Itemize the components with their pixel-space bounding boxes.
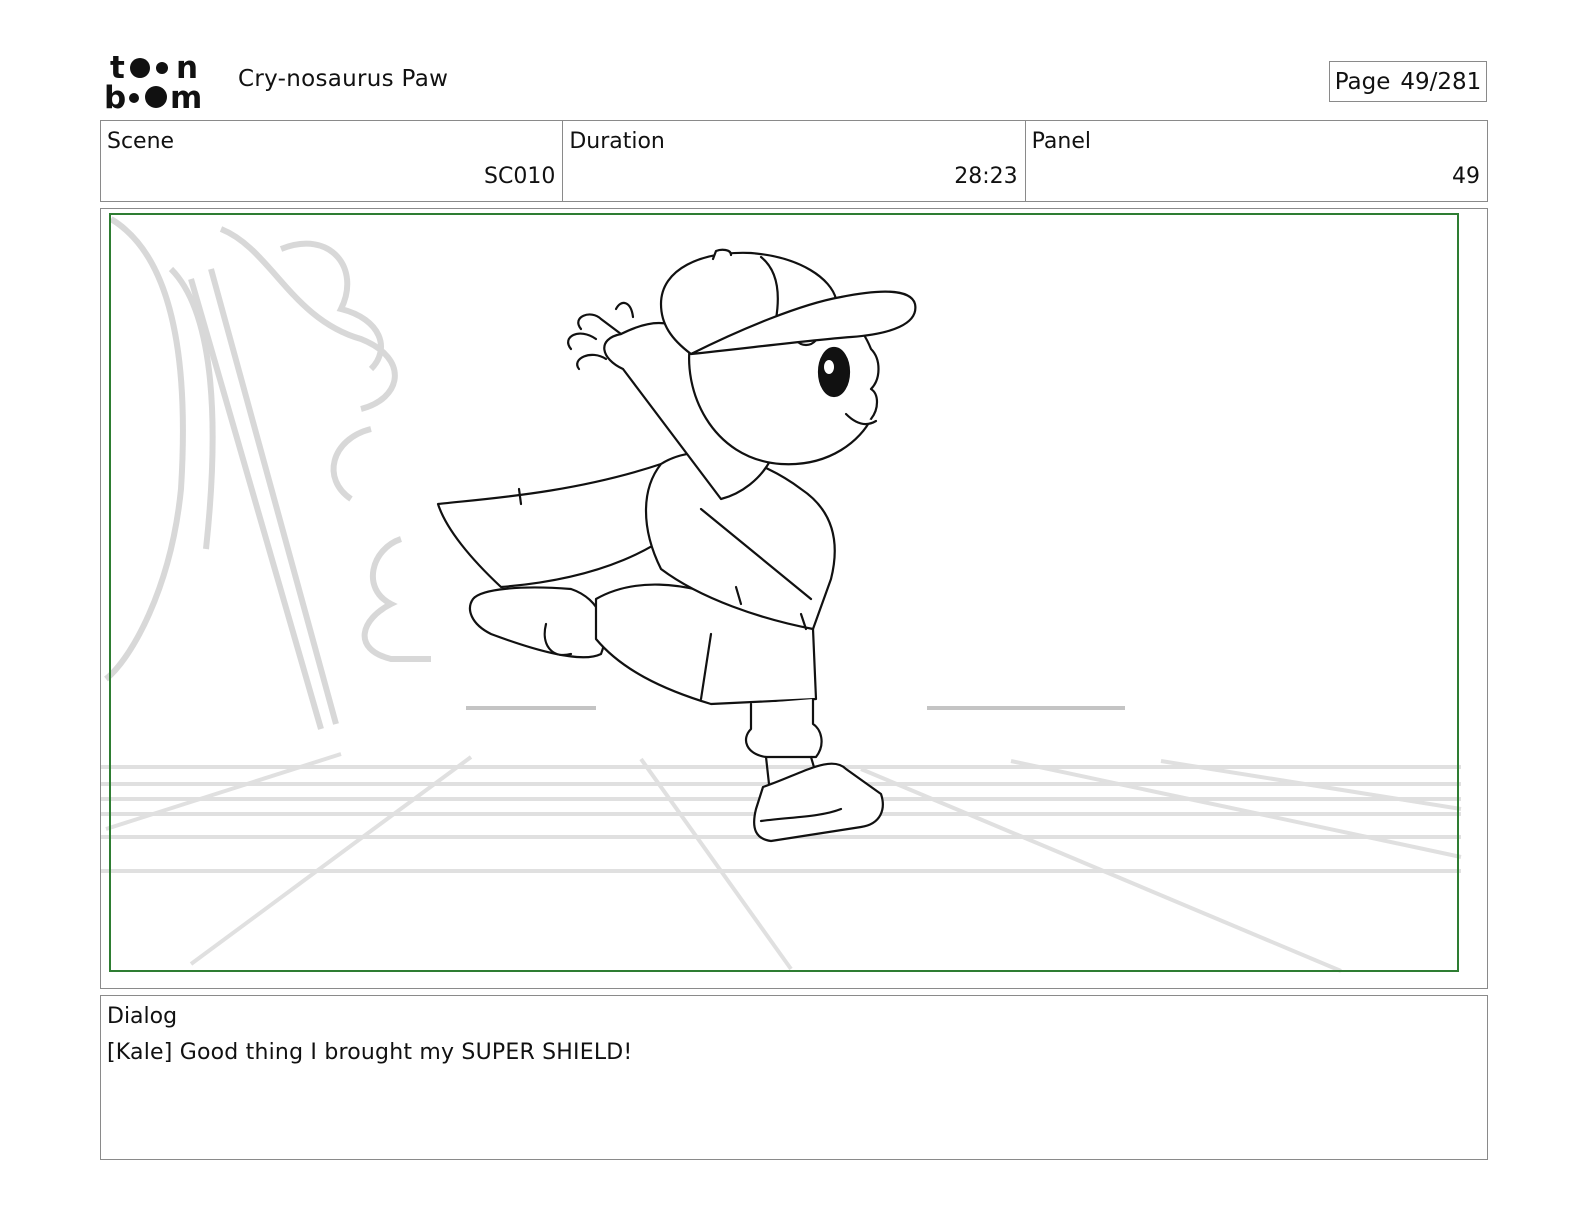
toon-boom-logo-icon: t n b m <box>104 50 202 112</box>
page-indicator: Page 49/281 <box>1329 61 1487 102</box>
duration-label: Duration <box>569 129 665 154</box>
dialog-label: Dialog <box>107 1004 178 1029</box>
duration-cell: Duration 28:23 <box>563 121 1026 201</box>
dialog-box: Dialog [Kale] Good thing I brought my SU… <box>100 995 1488 1160</box>
panel-image-frame <box>100 208 1488 989</box>
dialog-text: [Kale] Good thing I brought my SUPER SHI… <box>107 1040 633 1065</box>
page-value: 49/281 <box>1400 68 1482 95</box>
project-title: Cry-nosaurus Paw <box>238 66 449 92</box>
page-label: Page <box>1334 68 1391 95</box>
scene-value: SC010 <box>484 164 556 189</box>
svg-text:m: m <box>170 80 202 112</box>
panel-info-row: Scene SC010 Duration 28:23 Panel 49 <box>100 120 1488 202</box>
svg-text:b: b <box>104 80 126 112</box>
scene-cell: Scene SC010 <box>101 121 564 201</box>
duration-value: 28:23 <box>954 164 1018 189</box>
panel-number-cell: Panel 49 <box>1026 121 1487 201</box>
background-tree-sketch <box>104 216 431 730</box>
scene-label: Scene <box>107 129 175 154</box>
panel-label: Panel <box>1031 129 1092 154</box>
storyboard-sketch-image <box>101 213 1462 973</box>
panel-value: 49 <box>1451 164 1480 189</box>
character-sketch <box>436 248 917 843</box>
